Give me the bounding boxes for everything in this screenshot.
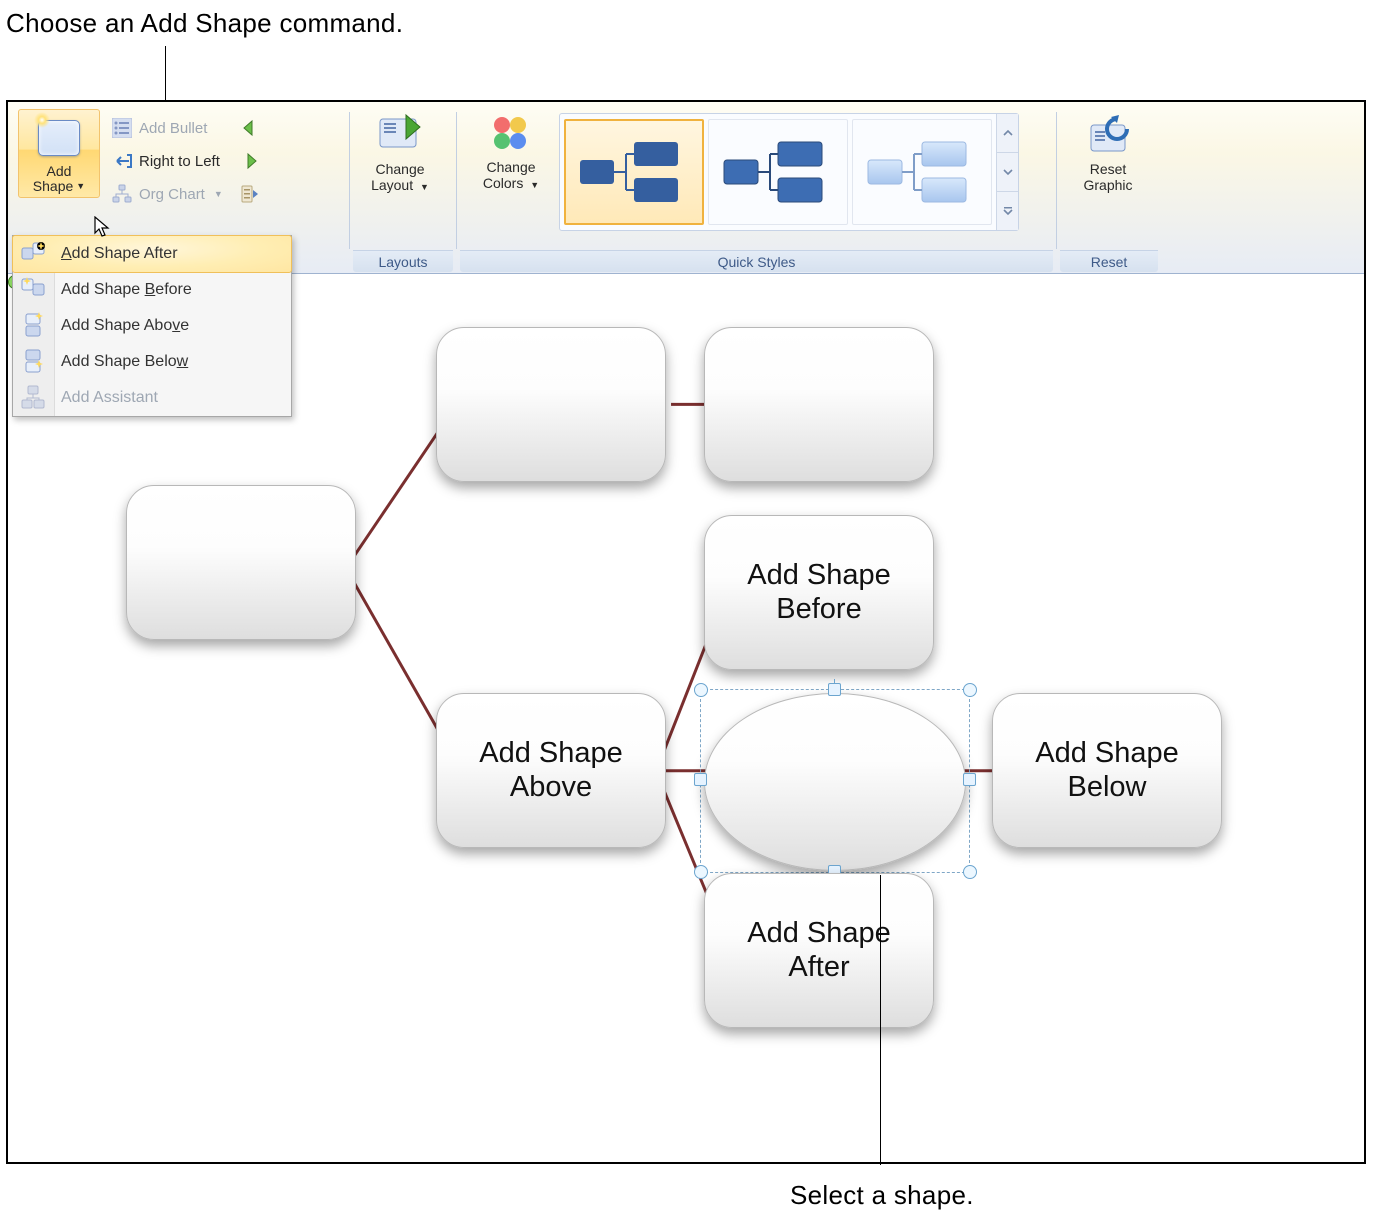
change-layout-icon xyxy=(376,113,424,157)
text-pane-icon xyxy=(240,184,260,204)
change-layout-button[interactable]: Change Layout ▼ xyxy=(358,107,442,193)
resize-handle-n[interactable] xyxy=(828,683,841,696)
group-label-layouts: Layouts xyxy=(353,250,453,272)
change-colors-label: Change Colors xyxy=(483,159,536,191)
org-chart-icon xyxy=(112,184,132,204)
dropdown-caret-icon: ▼ xyxy=(530,180,539,190)
menu-item-icon xyxy=(19,276,47,304)
right-to-left-label: Right to Left xyxy=(139,153,220,170)
annotation-bottom-leader xyxy=(880,875,881,1165)
menu-item-label: Add Shape Before xyxy=(61,281,192,299)
diagram-node-top-2[interactable] xyxy=(704,327,934,482)
gallery-expand[interactable] xyxy=(997,192,1018,230)
bullet-list-icon xyxy=(112,118,132,138)
add-shape-label-1: Add xyxy=(47,163,72,179)
demote-button[interactable] xyxy=(235,146,265,176)
change-colors-button[interactable]: Change Colors ▼ xyxy=(471,113,551,191)
arrow-left-icon xyxy=(240,118,260,138)
menu-item-icon xyxy=(19,240,47,268)
promote-button[interactable] xyxy=(235,113,265,143)
menu-item-add-shape-after[interactable]: Add Shape After xyxy=(12,235,292,273)
diagram-node-below[interactable]: Add Shape Below xyxy=(992,693,1222,848)
style-gallery xyxy=(559,113,1019,231)
resize-handle-w[interactable] xyxy=(694,773,707,786)
chevron-down-icon xyxy=(1003,167,1013,177)
diagram-node-selected[interactable] xyxy=(704,693,966,871)
dropdown-caret-icon: ▼ xyxy=(420,182,429,192)
reset-graphic-label: Reset Graphic xyxy=(1083,161,1132,193)
menu-item-icon xyxy=(19,348,47,376)
add-shape-dropdown: Add Shape After Add Shape Before Add Shape… xyxy=(12,235,292,417)
dropdown-caret-icon: ▼ xyxy=(214,189,223,199)
org-chart-label: Org Chart xyxy=(139,186,205,203)
menu-item-add-shape-above[interactable]: Add Shape Above xyxy=(13,308,291,344)
diagram-node-top-1[interactable] xyxy=(436,327,666,482)
menu-item-label: Add Assistant xyxy=(61,389,158,407)
menu-item-label: Add Shape After xyxy=(61,245,178,263)
right-to-left-icon xyxy=(112,151,132,171)
group-label-quick-styles: Quick Styles xyxy=(460,250,1053,272)
text-pane-button[interactable] xyxy=(235,179,265,209)
ribbon: Add Shape▼ Add Bullet xyxy=(8,102,1364,274)
reset-graphic-button[interactable]: Reset Graphic xyxy=(1065,107,1151,193)
style-gallery-item-2[interactable] xyxy=(708,119,848,225)
resize-handle-ne[interactable] xyxy=(963,683,977,697)
resize-handle-se[interactable] xyxy=(963,865,977,879)
resize-handle-e[interactable] xyxy=(963,773,976,786)
style-gallery-item-3[interactable] xyxy=(852,119,992,225)
dropdown-caret-icon: ▼ xyxy=(76,182,85,192)
menu-item-label: Add Shape Below xyxy=(61,353,188,371)
add-bullet-button: Add Bullet xyxy=(106,113,229,143)
style-gallery-scroll xyxy=(996,114,1018,230)
menu-item-icon xyxy=(19,312,47,340)
chevron-bar-down-icon xyxy=(1003,206,1013,216)
change-colors-icon xyxy=(488,113,534,157)
annotation-top: Choose an Add Shape command. xyxy=(0,0,1375,39)
diagram-node-above[interactable]: Add Shape Above xyxy=(436,693,666,848)
menu-item-add-shape-before[interactable]: Add Shape Before xyxy=(13,272,291,308)
menu-item-label: Add Shape Above xyxy=(61,317,189,335)
chevron-up-icon xyxy=(1003,128,1013,138)
menu-item-add-shape-below[interactable]: Add Shape Below xyxy=(13,344,291,380)
arrow-right-icon xyxy=(240,151,260,171)
menu-item-icon xyxy=(19,384,47,412)
reset-graphic-icon xyxy=(1085,113,1131,157)
add-shape-label-2: Shape xyxy=(33,178,73,194)
app-window: Add Shape▼ Add Bullet xyxy=(6,100,1366,1164)
change-layout-label: Change Layout xyxy=(371,161,424,193)
gallery-scroll-up[interactable] xyxy=(997,114,1018,153)
diagram-node-root[interactable] xyxy=(126,485,356,640)
ribbon-group-reset: Reset Graphic Reset xyxy=(1059,106,1159,273)
resize-handle-nw[interactable] xyxy=(694,683,708,697)
add-bullet-label: Add Bullet xyxy=(139,120,207,137)
diagram-node-before[interactable]: Add Shape Before xyxy=(704,515,934,670)
ribbon-group-layouts: Change Layout ▼ Layouts xyxy=(352,106,454,273)
annotation-bottom: Select a shape. xyxy=(790,1180,974,1211)
org-chart-button: Org Chart ▼ xyxy=(106,179,229,209)
add-shape-button[interactable]: Add Shape▼ xyxy=(18,109,100,198)
resize-handle-sw[interactable] xyxy=(694,865,708,879)
diagram-node-after[interactable]: Add Shape After xyxy=(704,873,934,1028)
gallery-scroll-down[interactable] xyxy=(997,153,1018,192)
right-to-left-button[interactable]: Right to Left xyxy=(106,146,229,176)
group-label-reset: Reset xyxy=(1060,250,1158,272)
ribbon-group-quick-styles: Change Colors ▼ xyxy=(459,106,1054,273)
style-gallery-item-1[interactable] xyxy=(564,119,704,225)
add-shape-icon xyxy=(36,114,82,160)
menu-item-add-assistant: Add Assistant xyxy=(13,380,291,416)
